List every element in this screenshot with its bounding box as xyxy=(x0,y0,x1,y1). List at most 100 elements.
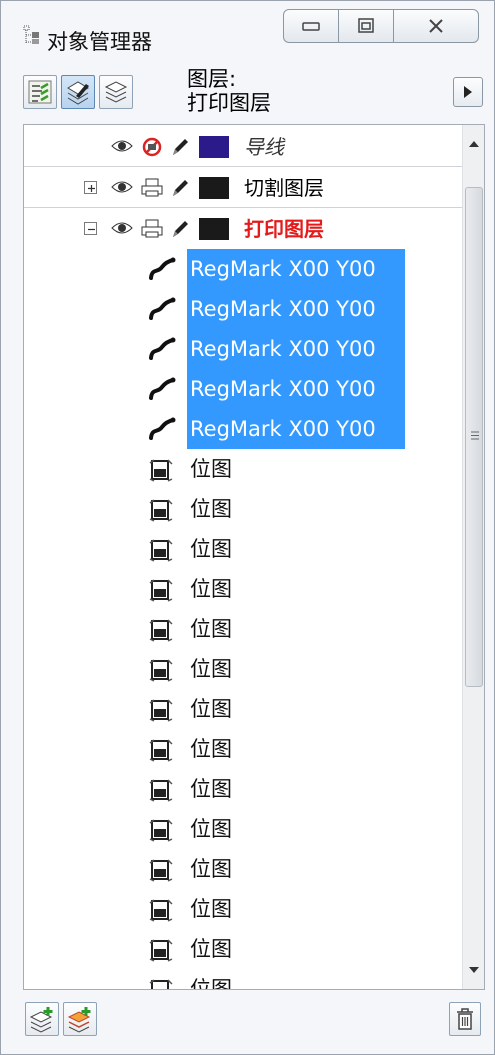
object-label[interactable]: 位图 xyxy=(187,769,235,809)
object-row[interactable]: 位图 xyxy=(24,529,464,569)
object-label[interactable]: RegMark X00 Y00 xyxy=(187,329,405,369)
bitmap-icon xyxy=(148,577,174,608)
expand-toggle[interactable] xyxy=(84,181,97,194)
collapse-toggle[interactable] xyxy=(84,222,97,235)
object-row[interactable]: 位图 xyxy=(24,569,464,609)
object-label[interactable]: 位图 xyxy=(187,649,235,689)
plus-icon xyxy=(88,185,95,192)
layer-row-print[interactable]: 打印图层 xyxy=(24,209,464,249)
layer-color-swatch[interactable] xyxy=(199,136,229,158)
object-row[interactable]: 位图 xyxy=(24,889,464,929)
flyout-arrow-icon xyxy=(464,86,472,98)
title-bar[interactable]: 对象管理器 xyxy=(1,1,494,61)
new-master-layer-button[interactable] xyxy=(63,1002,97,1036)
scroll-up-button[interactable] xyxy=(463,133,484,155)
bitmap-icon xyxy=(148,697,174,728)
eye-icon[interactable] xyxy=(111,139,133,158)
delete-icon xyxy=(457,1008,473,1030)
maximize-button[interactable] xyxy=(338,9,394,43)
layer-manager-view-icon xyxy=(104,81,128,103)
show-object-properties-button[interactable] xyxy=(23,75,57,109)
eye-icon[interactable] xyxy=(111,221,133,240)
chevron-up-icon xyxy=(469,141,479,147)
bottom-toolbar xyxy=(23,996,485,1046)
object-label[interactable]: RegMark X00 Y00 xyxy=(187,409,405,449)
object-label[interactable]: 位图 xyxy=(187,809,235,849)
curve-icon xyxy=(148,377,176,406)
new-layer-icon xyxy=(29,1007,53,1033)
object-manager-icon xyxy=(23,25,41,45)
object-label[interactable]: RegMark X00 Y00 xyxy=(187,249,405,289)
pencil-icon[interactable] xyxy=(170,136,190,163)
vertical-scrollbar[interactable] xyxy=(462,125,484,989)
eye-icon[interactable] xyxy=(111,180,133,199)
layer-color-swatch[interactable] xyxy=(199,177,229,199)
scroll-down-button[interactable] xyxy=(463,959,484,981)
layer-manager-view-button[interactable] xyxy=(99,75,133,109)
layer-row-guides[interactable]: 导线 xyxy=(24,127,464,167)
edit-across-layers-button[interactable] xyxy=(61,75,95,109)
bitmap-icon xyxy=(148,457,174,488)
object-label[interactable]: 位图 xyxy=(187,929,235,969)
object-label[interactable]: 位图 xyxy=(187,889,235,929)
chevron-down-icon xyxy=(469,967,479,973)
object-label[interactable]: RegMark X00 Y00 xyxy=(187,289,405,329)
object-tree[interactable]: 导线 切割图层 打印图层 RegMark X00 Y00 RegMark X00… xyxy=(23,124,485,990)
object-row[interactable]: 位图 xyxy=(24,849,464,889)
object-label[interactable]: 位图 xyxy=(187,969,235,989)
object-label[interactable]: 位图 xyxy=(187,569,235,609)
new-layer-button[interactable] xyxy=(25,1002,59,1036)
pencil-icon[interactable] xyxy=(170,177,190,204)
layer-name[interactable]: 导线 xyxy=(244,135,284,159)
object-row[interactable]: 位图 xyxy=(24,809,464,849)
object-row[interactable]: 位图 xyxy=(24,769,464,809)
printer-icon[interactable] xyxy=(140,219,164,244)
object-row[interactable]: 位图 xyxy=(24,649,464,689)
minus-icon xyxy=(88,228,95,231)
window-title: 对象管理器 xyxy=(47,30,152,54)
object-label[interactable]: RegMark X00 Y00 xyxy=(187,369,405,409)
object-row[interactable]: 位图 xyxy=(24,609,464,649)
printer-icon[interactable] xyxy=(140,178,164,203)
layer-name[interactable]: 打印图层 xyxy=(244,217,324,241)
object-label[interactable]: 位图 xyxy=(187,449,235,489)
object-label[interactable]: 位图 xyxy=(187,489,235,529)
curve-icon xyxy=(148,337,176,366)
object-label[interactable]: 位图 xyxy=(187,729,235,769)
scroll-thumb[interactable] xyxy=(465,187,483,687)
pencil-icon[interactable] xyxy=(170,218,190,245)
object-row[interactable]: 位图 xyxy=(24,969,464,989)
object-label[interactable]: 位图 xyxy=(187,609,235,649)
layer-row-cut[interactable]: 切割图层 xyxy=(24,168,464,208)
object-row[interactable]: RegMark X00 Y00 xyxy=(24,369,464,409)
grip-icon xyxy=(471,431,479,440)
object-row[interactable]: RegMark X00 Y00 xyxy=(24,409,464,449)
current-layer-label: 图层: 打印图层 xyxy=(187,67,271,115)
object-row[interactable]: 位图 xyxy=(24,449,464,489)
bitmap-icon xyxy=(148,897,174,928)
show-object-properties-icon xyxy=(28,80,52,104)
object-label[interactable]: 位图 xyxy=(187,849,235,889)
new-master-layer-icon xyxy=(67,1007,91,1033)
object-label[interactable]: 位图 xyxy=(187,689,235,729)
object-row[interactable]: 位图 xyxy=(24,689,464,729)
object-row[interactable]: RegMark X00 Y00 xyxy=(24,249,464,289)
curve-icon xyxy=(148,257,176,286)
delete-button[interactable] xyxy=(449,1002,481,1036)
object-row[interactable]: RegMark X00 Y00 xyxy=(24,329,464,369)
bitmap-icon xyxy=(148,777,174,808)
object-label[interactable]: 位图 xyxy=(187,529,235,569)
minimize-button[interactable] xyxy=(283,9,339,43)
layer-name[interactable]: 切割图层 xyxy=(244,176,324,200)
curve-icon xyxy=(148,297,176,326)
object-row[interactable]: 位图 xyxy=(24,489,464,529)
flyout-menu-button[interactable] xyxy=(453,77,483,107)
object-row[interactable]: 位图 xyxy=(24,729,464,769)
bitmap-icon xyxy=(148,977,174,989)
object-manager-window: 对象管理器 图层: 打印图层 导线 切割图层 打印图层 RegMark X00 … xyxy=(0,0,495,1055)
object-row[interactable]: 位图 xyxy=(24,929,464,969)
layer-color-swatch[interactable] xyxy=(199,218,229,240)
no-print-icon[interactable] xyxy=(141,136,163,163)
object-row[interactable]: RegMark X00 Y00 xyxy=(24,289,464,329)
close-button[interactable] xyxy=(393,9,479,43)
